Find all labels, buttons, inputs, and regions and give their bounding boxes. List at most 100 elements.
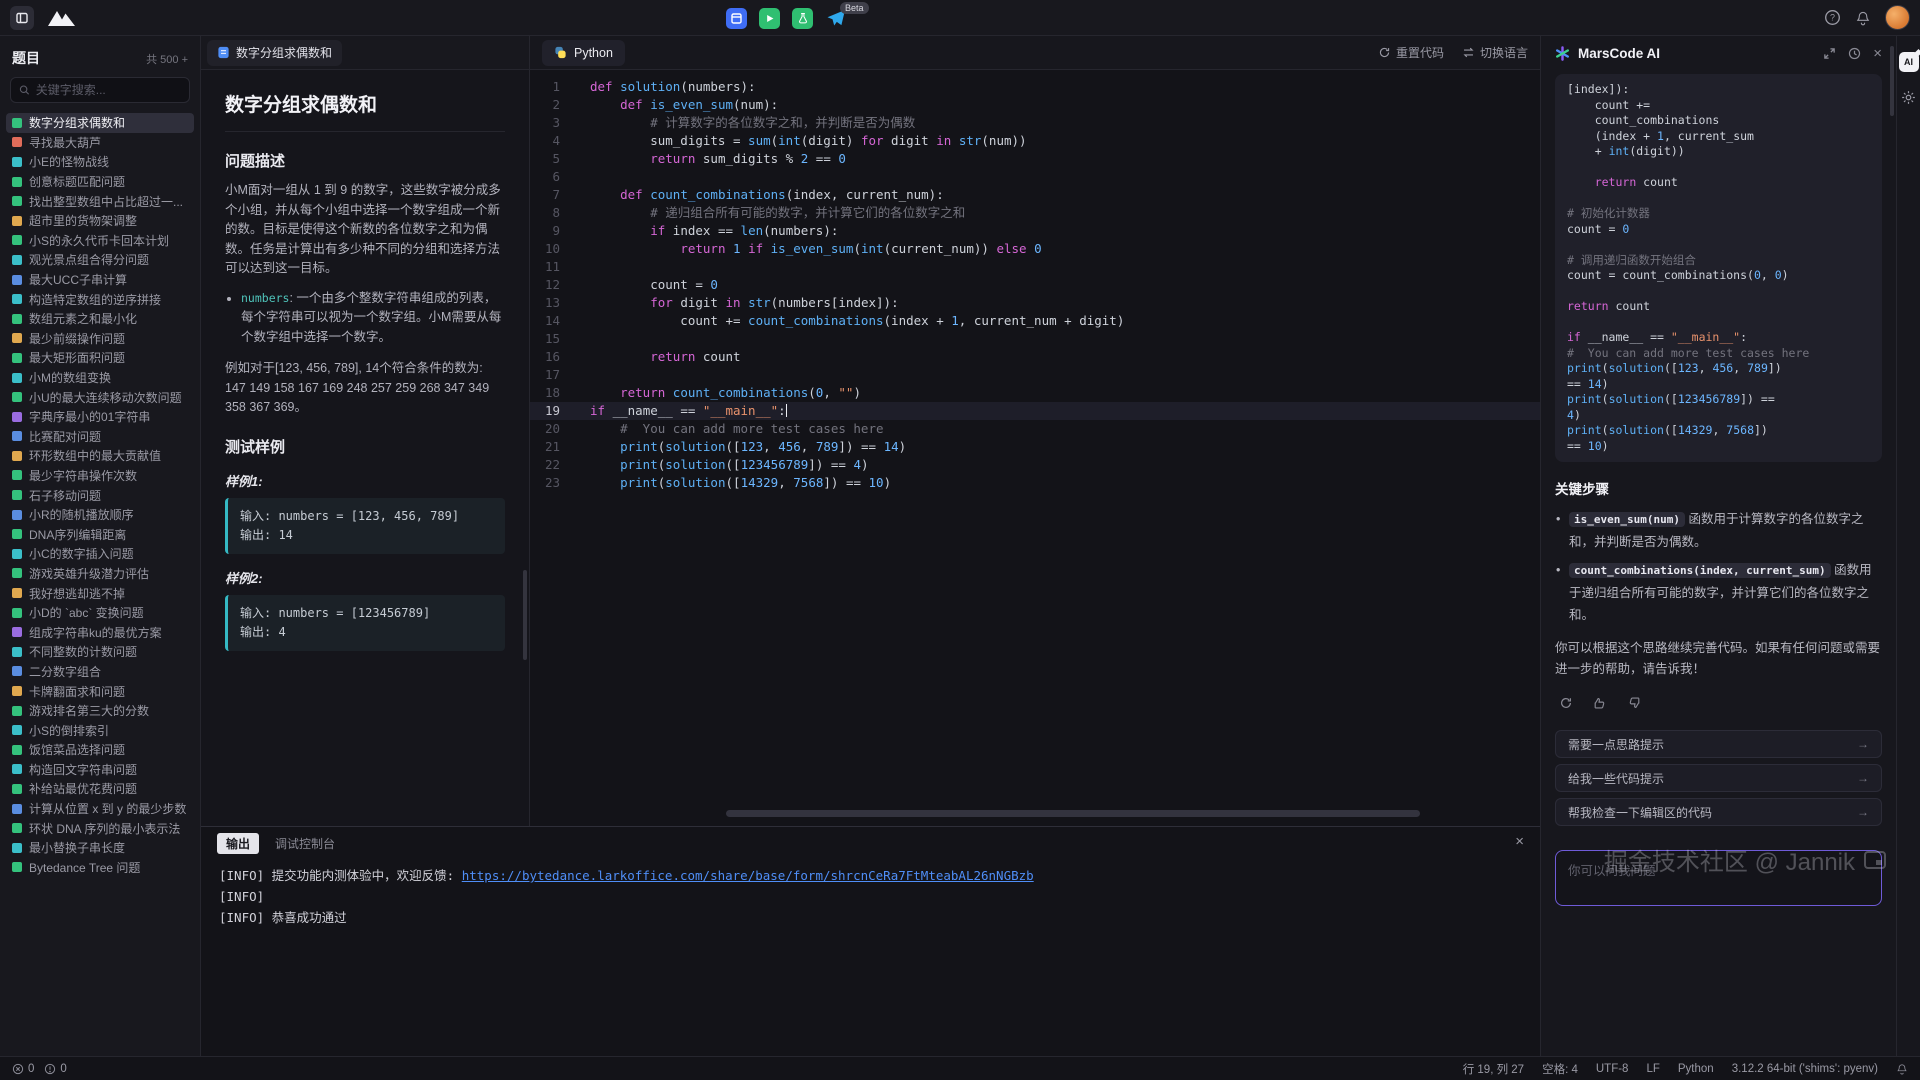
code-line[interactable]: 10 return 1 if is_even_sum(int(current_n… xyxy=(530,240,1540,258)
sidebar-item[interactable]: 小S的永久代币卡回本计划 xyxy=(6,231,194,251)
sidebar-item[interactable]: 我好想逃却逃不掉 xyxy=(6,583,194,603)
sidebar-item[interactable]: 小E的怪物战线 xyxy=(6,152,194,172)
sidebar-item[interactable]: 不同整数的计数问题 xyxy=(6,642,194,662)
reset-code-button[interactable]: 重置代码 xyxy=(1378,44,1444,61)
sidebar-item[interactable]: 小S的倒排索引 xyxy=(6,720,194,740)
sidebar-item[interactable]: 小U的最大连续移动次数问题 xyxy=(6,387,194,407)
run-button[interactable] xyxy=(759,8,780,29)
search-box[interactable] xyxy=(10,77,190,103)
help-button[interactable]: ? xyxy=(1824,9,1841,26)
regenerate-button[interactable] xyxy=(1555,692,1577,714)
status-item[interactable]: 空格: 4 xyxy=(1542,1061,1578,1077)
settings-button[interactable] xyxy=(1901,90,1916,105)
sidebar-item[interactable]: 小R的随机播放顺序 xyxy=(6,505,194,525)
thumbs-up-button[interactable] xyxy=(1589,692,1611,714)
suggestion-button[interactable]: 给我一些代码提示→ xyxy=(1555,764,1882,792)
sidebar-item[interactable]: 创意标题匹配问题 xyxy=(6,172,194,192)
sidebar-item[interactable]: 构造特定数组的逆序拼接 xyxy=(6,289,194,309)
suggestion-button[interactable]: 帮我检查一下编辑区的代码→ xyxy=(1555,798,1882,826)
code-line[interactable]: 2 def is_even_sum(num): xyxy=(530,96,1540,114)
status-item[interactable]: Python xyxy=(1678,1063,1714,1075)
code-line[interactable]: 20 # You can add more test cases here xyxy=(530,420,1540,438)
notifications-button[interactable] xyxy=(1855,10,1871,26)
code-line[interactable]: 13 for digit in str(numbers[index]): xyxy=(530,294,1540,312)
sidebar-item[interactable]: 环形数组中的最大贡献值 xyxy=(6,446,194,466)
switch-language-button[interactable]: 切换语言 xyxy=(1462,44,1528,61)
code-line[interactable]: 5 return sum_digits % 2 == 0 xyxy=(530,150,1540,168)
problem-tab[interactable]: 数字分组求偶数和 xyxy=(207,40,342,66)
code-line[interactable]: 17 xyxy=(530,366,1540,384)
sidebar-item[interactable]: 字典序最小的01字符串 xyxy=(6,407,194,427)
telegram-button[interactable]: Beta xyxy=(825,7,849,29)
code-editor[interactable]: 1def solution(numbers):2 def is_even_sum… xyxy=(530,70,1540,826)
sidebar-toggle-button[interactable] xyxy=(10,6,34,30)
code-line[interactable]: 8 # 递归组合所有可能的数字，并计算它们的各位数字之和 xyxy=(530,204,1540,222)
sidebar-item[interactable]: 最大矩形面积问题 xyxy=(6,348,194,368)
sidebar-item[interactable]: 游戏排名第三大的分数 xyxy=(6,701,194,721)
sidebar-item[interactable]: 补给站最优花费问题 xyxy=(6,779,194,799)
code-line[interactable]: 12 count = 0 xyxy=(530,276,1540,294)
console-link[interactable]: https://bytedance.larkoffice.com/share/b… xyxy=(462,868,1034,883)
code-line[interactable]: 19if __name__ == "__main__": xyxy=(530,402,1540,420)
sidebar-item[interactable]: 环状 DNA 序列的最小表示法 xyxy=(6,818,194,838)
horizontal-scrollbar[interactable] xyxy=(530,810,1540,818)
sidebar-item[interactable]: DNA序列编辑距离 xyxy=(6,524,194,544)
sidebar-item[interactable]: 最小替换子串长度 xyxy=(6,838,194,858)
sidebar-item[interactable]: 二分数字组合 xyxy=(6,662,194,682)
code-line[interactable]: 7 def count_combinations(index, current_… xyxy=(530,186,1540,204)
sidebar-item[interactable]: 游戏英雄升级潜力评估 xyxy=(6,564,194,584)
sidebar-item[interactable]: 卡牌翻面求和问题 xyxy=(6,681,194,701)
code-line[interactable]: 11 xyxy=(530,258,1540,276)
sidebar-item[interactable]: 石子移动问题 xyxy=(6,485,194,505)
sidebar-item[interactable]: 找出整型数组中占比超过一... xyxy=(6,191,194,211)
status-item[interactable]: LF xyxy=(1646,1063,1659,1075)
code-line[interactable]: 4 sum_digits = sum(int(digit) for digit … xyxy=(530,132,1540,150)
warnings-indicator[interactable]: 0 xyxy=(44,1063,66,1075)
expand-panel-icon[interactable] xyxy=(1823,47,1836,60)
ai-panel-scrollbar[interactable] xyxy=(1890,46,1894,116)
thumbs-down-button[interactable] xyxy=(1623,692,1645,714)
sidebar-item[interactable]: 观光景点组合得分问题 xyxy=(6,250,194,270)
close-ai-panel-icon[interactable]: × xyxy=(1873,46,1882,61)
sidebar-item[interactable]: 寻找最大葫芦 xyxy=(6,133,194,153)
code-line[interactable]: 21 print(solution([123, 456, 789]) == 14… xyxy=(530,438,1540,456)
sidebar-item[interactable]: 小C的数字插入问题 xyxy=(6,544,194,564)
status-item[interactable]: 行 19, 列 27 xyxy=(1463,1061,1524,1077)
status-item[interactable]: UTF-8 xyxy=(1596,1063,1629,1075)
code-line[interactable]: 22 print(solution([123456789]) == 4) xyxy=(530,456,1540,474)
sidebar-item[interactable]: 比赛配对问题 xyxy=(6,427,194,447)
sidebar-item[interactable]: Bytedance Tree 问题 xyxy=(6,858,194,878)
code-line[interactable]: 18 return count_combinations(0, "") xyxy=(530,384,1540,402)
sidebar-item[interactable]: 构造回文字符串问题 xyxy=(6,760,194,780)
sidebar-item[interactable]: 数组元素之和最小化 xyxy=(6,309,194,329)
search-input[interactable] xyxy=(36,83,181,97)
code-line[interactable]: 3 # 计算数字的各位数字之和，并判断是否为偶数 xyxy=(530,114,1540,132)
app-logo[interactable] xyxy=(46,8,80,28)
sidebar-item[interactable]: 小D的 `abc` 变换问题 xyxy=(6,603,194,623)
ai-toggle-button[interactable]: AI xyxy=(1899,52,1919,72)
code-line[interactable]: 23 print(solution([14329, 7568]) == 10) xyxy=(530,474,1540,492)
sidebar-item[interactable]: 计算从位置 x 到 y 的最少步数 xyxy=(6,799,194,819)
editor-tool-button[interactable] xyxy=(726,8,747,29)
suggestion-button[interactable]: 需要一点思路提示→ xyxy=(1555,730,1882,758)
chat-input[interactable] xyxy=(1555,850,1882,906)
status-item[interactable]: 3.12.2 64-bit ('shims': pyenv) xyxy=(1732,1063,1878,1075)
status-notifications-button[interactable] xyxy=(1896,1063,1908,1075)
code-line[interactable]: 9 if index == len(numbers): xyxy=(530,222,1540,240)
close-console-icon[interactable]: × xyxy=(1515,833,1524,850)
code-line[interactable]: 14 count += count_combinations(index + 1… xyxy=(530,312,1540,330)
problem-scrollbar[interactable] xyxy=(523,570,527,660)
scrollbar-thumb[interactable] xyxy=(726,810,1420,817)
code-line[interactable]: 15 xyxy=(530,330,1540,348)
sidebar-item[interactable]: 最少字符串操作次数 xyxy=(6,466,194,486)
sidebar-item[interactable]: 超市里的货物架调整 xyxy=(6,211,194,231)
test-button[interactable] xyxy=(792,8,813,29)
history-icon[interactable] xyxy=(1848,47,1861,60)
code-line[interactable]: 6 xyxy=(530,168,1540,186)
sidebar-item[interactable]: 组成字符串ku的最优方案 xyxy=(6,622,194,642)
code-line[interactable]: 16 return count xyxy=(530,348,1540,366)
sidebar-item[interactable]: 最少前缀操作问题 xyxy=(6,329,194,349)
code-line[interactable]: 1def solution(numbers): xyxy=(530,78,1540,96)
sidebar-item[interactable]: 饭馆菜品选择问题 xyxy=(6,740,194,760)
console-tab[interactable]: 调试控制台 xyxy=(275,835,335,852)
